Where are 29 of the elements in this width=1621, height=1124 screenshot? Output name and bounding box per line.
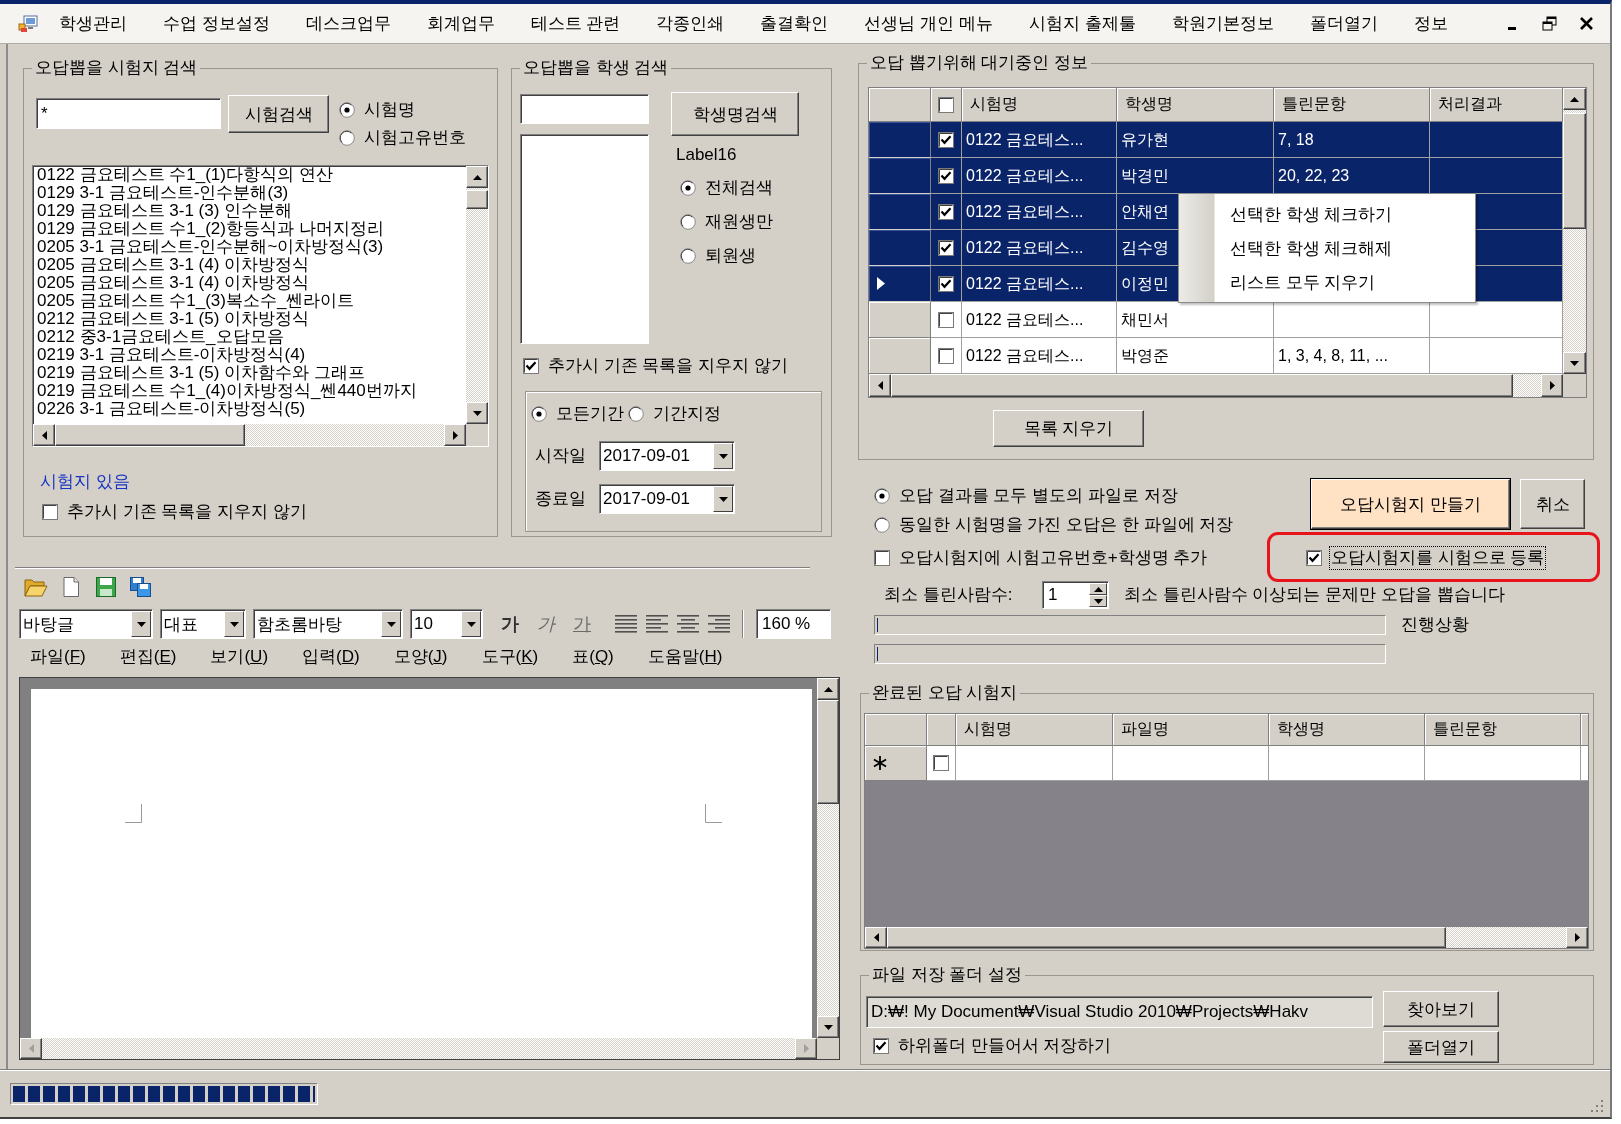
table-cell: 채민서 bbox=[1121, 309, 1169, 330]
group-title: 파일 저장 폴더 설정 bbox=[871, 965, 1024, 985]
table-cell: 0122 금요테스... bbox=[966, 201, 1084, 222]
status-text: 시험지 있음 bbox=[40, 472, 130, 492]
table-cell: 안채연 bbox=[1121, 201, 1169, 222]
table-cell: 박영준 bbox=[1121, 345, 1169, 366]
group-title: 오답뽑을 시험지 검색 bbox=[34, 58, 199, 78]
table-cell: 0122 금요테스... bbox=[966, 273, 1084, 294]
table-cell: 7, 18 bbox=[1278, 129, 1314, 150]
hint-text: 최소 틀린사람수 이상되는 문제만 오답을 뽑습니다 bbox=[1124, 585, 1505, 605]
label-text: Label16 bbox=[676, 145, 737, 165]
table-cell: 0122 금요테스... bbox=[966, 345, 1084, 366]
table-cell: 이정민 bbox=[1121, 273, 1169, 294]
table-cell: 1, 3, 4, 8, 11, ... bbox=[1278, 345, 1388, 366]
field-label: 최소 틀린사람수: bbox=[884, 585, 1014, 605]
group-title: 오답뽑을 학생 검색 bbox=[522, 58, 670, 78]
table-cell: 0122 금요테스... bbox=[966, 309, 1084, 330]
table-cell: 0122 금요테스... bbox=[966, 165, 1084, 186]
table-cell: 20, 22, 23 bbox=[1278, 165, 1350, 186]
table-cell: 0122 금요테스... bbox=[966, 237, 1084, 258]
table-cell: 0122 금요테스... bbox=[966, 129, 1084, 150]
table-cell: 김수영 bbox=[1121, 237, 1169, 258]
progress-label: 진행상황 bbox=[1401, 615, 1469, 635]
table-cell: 유가현 bbox=[1121, 129, 1169, 150]
table-cell: 박경민 bbox=[1121, 165, 1169, 186]
group-title: 완료된 오답 시험지 bbox=[871, 683, 1019, 703]
group-title: 오답 뽑기위해 대기중인 정보 bbox=[869, 53, 1090, 73]
date-label: 시작일 bbox=[535, 446, 587, 466]
date-label: 종료일 bbox=[535, 489, 587, 509]
